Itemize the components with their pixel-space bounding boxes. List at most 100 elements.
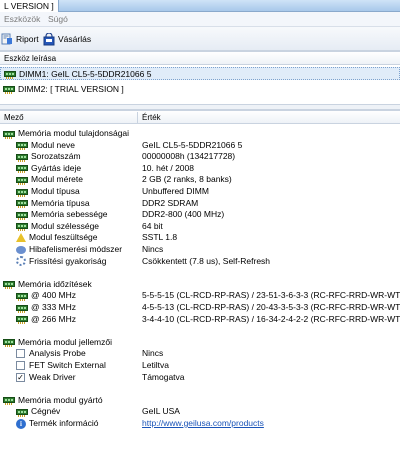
property-field: @ 400 MHz bbox=[16, 290, 76, 301]
field-column-header[interactable]: Mező bbox=[0, 111, 24, 124]
purchase-button[interactable]: Vásárlás bbox=[43, 31, 91, 47]
device-list: DIMM1: GeIL CL5-5-5DDR21066 5 DIMM2: [ T… bbox=[0, 65, 400, 103]
property-field-label: Frissítési gyakoriság bbox=[29, 255, 107, 266]
memory-module-icon bbox=[16, 223, 28, 232]
memory-module-icon bbox=[16, 188, 28, 197]
memory-module-icon bbox=[16, 142, 28, 151]
property-value: 00000008h (134217728) bbox=[142, 151, 236, 162]
property-row[interactable]: @ 333 MHz 4-5-5-13 (CL-RCD-RP-RAS) / 20-4… bbox=[0, 302, 400, 313]
property-row[interactable]: Modul neve GeIL CL5-5-5DDR21066 5 bbox=[0, 140, 400, 151]
purchase-label: Vásárlás bbox=[58, 34, 92, 44]
property-field-label: FET Switch External bbox=[29, 360, 106, 370]
value-column-header[interactable]: Érték bbox=[138, 111, 161, 124]
property-row[interactable]: i Termék információ http://www.geilusa.com… bbox=[0, 418, 400, 429]
property-field: Modul típusa bbox=[16, 186, 80, 197]
memory-module-icon bbox=[16, 304, 28, 313]
section-title: Memória időzítések bbox=[18, 278, 92, 289]
memory-module-icon bbox=[16, 176, 28, 185]
property-row[interactable]: @ 266 MHz 3-4-4-10 (CL-RCD-RP-RAS) / 16-3… bbox=[0, 314, 400, 325]
property-row[interactable]: Analysis Probe Nincs bbox=[0, 348, 400, 359]
product-info-link[interactable]: http://www.geilusa.com/products bbox=[142, 418, 400, 429]
warning-icon bbox=[16, 233, 26, 243]
property-row[interactable]: Modul mérete 2 GB (2 ranks, 8 banks) bbox=[0, 174, 400, 185]
property-row[interactable]: FET Switch External Letiltva bbox=[0, 360, 400, 371]
property-value: Letiltva bbox=[142, 360, 169, 370]
report-icon bbox=[1, 33, 12, 45]
property-field: Memória sebessége bbox=[16, 209, 108, 220]
property-row[interactable]: Modul típusa Unbuffered DIMM bbox=[0, 186, 400, 197]
property-field-label: @ 266 MHz bbox=[31, 313, 77, 324]
property-field: ✓ Weak Driver bbox=[16, 372, 76, 383]
section-header-field: Memória modul gyártó bbox=[3, 395, 103, 406]
property-value: GeIL CL5-5-5DDR21066 5 bbox=[142, 139, 243, 150]
property-row[interactable]: Gyártás ideje 10. hét / 2008 bbox=[0, 163, 400, 174]
property-value: 10. hét / 2008 bbox=[142, 162, 194, 173]
device-description-column-header[interactable]: Eszköz leírása bbox=[0, 52, 56, 65]
unchecked-checkbox-icon bbox=[16, 361, 25, 370]
property-row[interactable]: Cégnév GeIL USA bbox=[0, 406, 400, 417]
shopping-bag-icon bbox=[43, 32, 55, 45]
memory-module-icon bbox=[3, 339, 15, 348]
property-row[interactable]: Memória sebessége DDR2-800 (400 MHz) bbox=[0, 209, 400, 220]
device-list-item[interactable]: DIMM1: GeIL CL5-5-5DDR21066 5 bbox=[0, 67, 400, 80]
property-field-label: @ 400 MHz bbox=[31, 290, 77, 301]
property-field: i Termék információ bbox=[16, 418, 98, 429]
property-field-label: Analysis Probe bbox=[29, 348, 86, 359]
memory-module-icon bbox=[3, 281, 15, 290]
property-field: Cégnév bbox=[16, 406, 60, 417]
property-field-label: Memória sebessége bbox=[31, 209, 108, 220]
property-value: Támogatva bbox=[142, 371, 185, 382]
property-field: Modul feszültsége bbox=[16, 232, 98, 243]
section-header: Memória modul jellemzői bbox=[0, 337, 400, 348]
property-field-label: Modul mérete bbox=[31, 174, 83, 185]
property-row[interactable]: ✓ Weak Driver Támogatva bbox=[0, 372, 400, 383]
property-row[interactable]: Modul szélessége 64 bit bbox=[0, 221, 400, 232]
property-row[interactable]: Modul feszültsége SSTL 1.8 bbox=[0, 232, 400, 243]
property-value: 2 GB (2 ranks, 8 banks) bbox=[142, 174, 232, 185]
property-field-label: Gyártás ideje bbox=[31, 162, 82, 173]
memory-module-icon bbox=[4, 70, 16, 79]
device-list-item[interactable]: DIMM2: [ TRIAL VERSION ] bbox=[0, 82, 400, 95]
property-field: Analysis Probe bbox=[16, 348, 86, 359]
refresh-gear-icon bbox=[16, 256, 26, 267]
property-row[interactable]: Hibafelismerési módszer Nincs bbox=[0, 244, 400, 255]
property-value: DDR2 SDRAM bbox=[142, 197, 199, 208]
property-value: Nincs bbox=[142, 244, 164, 254]
property-row[interactable]: Memória típusa DDR2 SDRAM bbox=[0, 198, 400, 209]
section-header-field: Memória időzítések bbox=[3, 279, 92, 290]
property-row[interactable]: Sorozatszám 00000008h (134217728) bbox=[0, 151, 400, 162]
menu-item-help[interactable]: Súgó bbox=[48, 12, 68, 27]
menu-item-tools[interactable]: Eszközök bbox=[4, 12, 40, 27]
property-field: Memória típusa bbox=[16, 198, 90, 209]
memory-module-icon bbox=[16, 292, 28, 301]
property-value: 3-4-4-10 (CL-RCD-RP-RAS) / 16-34-2-4-2-2… bbox=[142, 313, 400, 324]
property-field-label: Weak Driver bbox=[29, 371, 76, 382]
property-field-label: Memória típusa bbox=[31, 197, 90, 208]
device-label: DIMM2: [ TRIAL VERSION ] bbox=[18, 83, 124, 94]
property-field: Modul neve bbox=[16, 140, 75, 151]
property-field-label: @ 333 MHz bbox=[31, 302, 77, 312]
property-value: Unbuffered DIMM bbox=[142, 186, 209, 196]
property-field: @ 333 MHz bbox=[16, 302, 76, 313]
section-title: Memória modul tulajdonságai bbox=[18, 128, 130, 138]
menu-bar: Eszközök Súgó bbox=[0, 12, 400, 27]
property-field: Modul szélessége bbox=[16, 221, 99, 232]
toolbar: Riport Vásárlás bbox=[0, 27, 400, 51]
section-title: Memória modul jellemzői bbox=[18, 336, 113, 347]
property-row[interactable]: @ 400 MHz 5-5-5-15 (CL-RCD-RP-RAS) / 23-5… bbox=[0, 290, 400, 301]
memory-module-icon bbox=[3, 85, 15, 94]
report-button[interactable]: Riport bbox=[1, 31, 39, 47]
memory-module-icon bbox=[16, 153, 28, 162]
property-field-label: Termék információ bbox=[29, 418, 99, 428]
title-bar: L VERSION ] bbox=[0, 0, 400, 12]
property-field: FET Switch External bbox=[16, 360, 106, 371]
memory-module-icon bbox=[16, 211, 28, 220]
property-field: @ 266 MHz bbox=[16, 314, 76, 325]
property-row[interactable]: Frissítési gyakoriság Csökkentett (7.8 us… bbox=[0, 256, 400, 267]
report-label: Riport bbox=[16, 34, 39, 44]
unchecked-checkbox-icon bbox=[16, 349, 25, 359]
property-field-label: Cégnév bbox=[31, 406, 61, 417]
section-header-field: Memória modul jellemzői bbox=[3, 337, 112, 348]
memory-module-icon bbox=[3, 397, 15, 406]
property-field-label: Modul feszültsége bbox=[29, 232, 98, 243]
